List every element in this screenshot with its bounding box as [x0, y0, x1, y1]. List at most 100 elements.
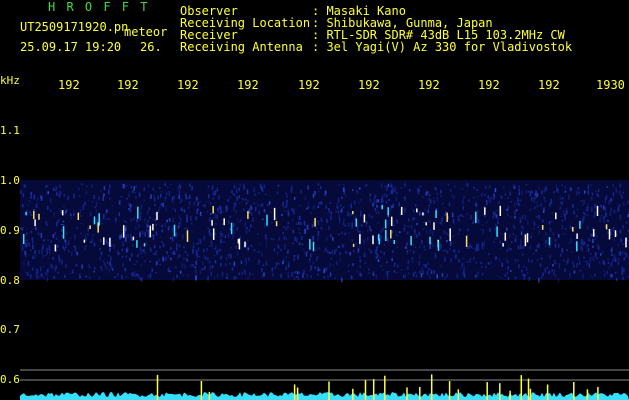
noise-speck	[544, 200, 546, 203]
noise-speck	[150, 249, 152, 252]
noise-speck	[458, 250, 460, 253]
noise-speck	[160, 193, 162, 198]
noise-speck	[429, 199, 432, 204]
x-tick-label: 192	[478, 78, 500, 92]
noise-speck	[135, 260, 138, 263]
noise-speck	[529, 208, 531, 211]
noise-speck	[229, 263, 231, 265]
noise-speck	[537, 226, 539, 229]
noise-speck	[316, 227, 318, 229]
noise-speck	[578, 259, 581, 263]
noise-speck	[190, 222, 193, 225]
noise-speck	[247, 240, 249, 242]
noise-speck	[96, 218, 99, 222]
noise-speck	[301, 236, 303, 239]
noise-speck	[509, 191, 511, 196]
noise-speck	[251, 212, 253, 216]
noise-speck	[455, 254, 457, 259]
noise-speck	[415, 274, 418, 278]
noise-speck	[192, 246, 195, 248]
noise-speck	[154, 191, 156, 193]
noise-speck	[355, 243, 357, 246]
noise-speck	[495, 214, 497, 218]
noise-speck	[529, 191, 532, 197]
noise-speck	[350, 203, 352, 209]
noise-speck	[233, 276, 235, 280]
x-tick-label: 192	[58, 78, 80, 92]
noise-speck	[594, 203, 596, 209]
noise-speck	[475, 261, 478, 264]
noise-speck	[43, 239, 45, 242]
noise-speck	[591, 206, 593, 212]
noise-speck	[622, 191, 625, 194]
noise-speck	[165, 192, 168, 196]
noise-speck	[617, 209, 619, 213]
noise-speck	[533, 221, 536, 227]
noise-speck	[434, 253, 437, 259]
noise-speck	[514, 258, 516, 263]
noise-speck	[466, 213, 469, 216]
noise-speck	[468, 246, 470, 249]
noise-speck	[385, 189, 388, 192]
noise-speck	[267, 204, 269, 207]
noise-speck	[424, 248, 426, 251]
noise-speck	[220, 263, 222, 267]
noise-speck	[192, 248, 194, 254]
noise-speck	[32, 255, 34, 260]
noise-speck	[398, 202, 400, 207]
app-title: H R O F F T	[48, 0, 150, 14]
noise-speck	[192, 264, 194, 267]
noise-speck	[522, 245, 524, 249]
noise-speck	[627, 240, 629, 242]
noise-speck	[359, 260, 362, 263]
noise-speck	[93, 194, 95, 199]
noise-speck	[583, 211, 585, 214]
noise-speck	[488, 253, 490, 256]
noise-speck	[53, 187, 55, 191]
noise-speck	[528, 276, 531, 281]
noise-speck	[260, 183, 262, 187]
noise-speck	[546, 266, 549, 269]
noise-speck	[211, 187, 213, 190]
noise-speck	[257, 261, 260, 265]
noise-speck	[419, 185, 422, 188]
noise-speck	[216, 187, 219, 191]
noise-speck	[178, 193, 181, 198]
noise-speck	[625, 253, 628, 258]
noise-speck	[141, 230, 144, 235]
noise-speck	[545, 239, 547, 244]
noise-speck	[140, 264, 142, 267]
noise-speck	[428, 194, 431, 196]
noise-speck	[451, 194, 453, 197]
noise-speck	[514, 237, 517, 243]
noise-speck	[619, 251, 621, 257]
noise-speck	[245, 231, 248, 234]
noise-speck	[109, 184, 111, 189]
noise-speck	[507, 260, 509, 264]
noise-speck	[85, 245, 87, 247]
noise-speck	[599, 204, 602, 207]
noise-speck	[199, 239, 202, 244]
noise-speck	[137, 254, 139, 258]
noise-speck	[284, 244, 286, 250]
noise-speck	[106, 261, 109, 264]
level-trace-area	[20, 392, 629, 400]
noise-speck	[594, 238, 596, 240]
noise-speck	[98, 276, 101, 280]
noise-speck	[570, 238, 572, 243]
noise-speck	[505, 257, 508, 261]
noise-speck	[405, 246, 407, 249]
noise-speck	[483, 242, 485, 246]
noise-speck	[213, 254, 215, 256]
noise-speck	[139, 216, 142, 221]
noise-speck	[304, 195, 307, 201]
noise-speck	[386, 270, 389, 276]
noise-speck	[617, 243, 619, 247]
noise-speck	[169, 184, 172, 186]
noise-speck	[598, 261, 601, 265]
noise-speck	[98, 196, 100, 201]
noise-speck	[386, 185, 388, 190]
noise-speck	[153, 245, 156, 249]
noise-speck	[238, 187, 240, 192]
noise-speck	[337, 197, 340, 202]
